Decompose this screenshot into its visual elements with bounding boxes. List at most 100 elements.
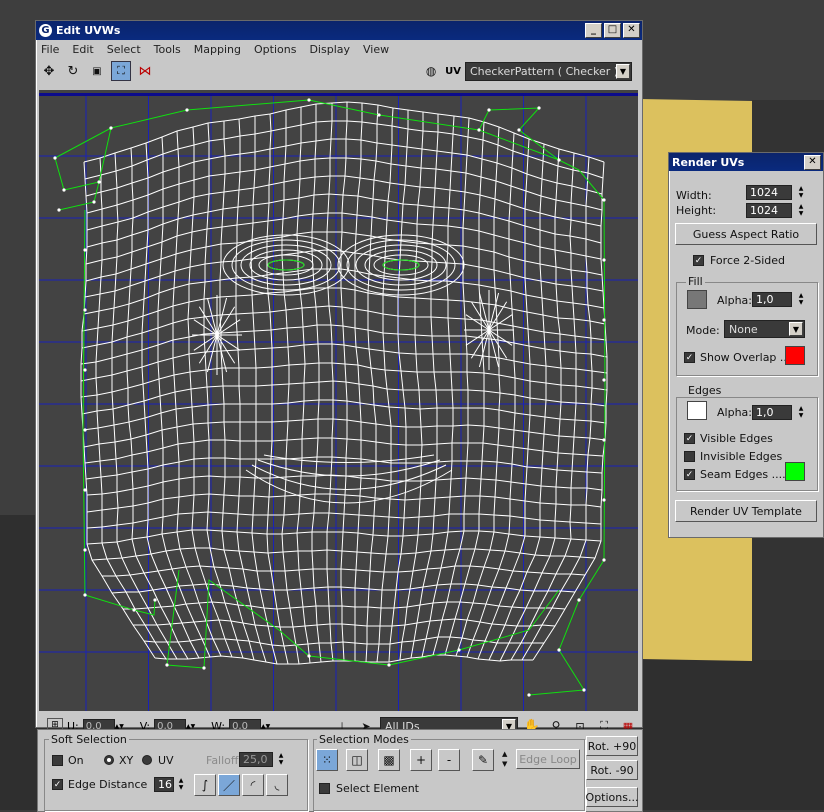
- edge-color-swatch[interactable]: [687, 401, 707, 420]
- uv-vertex[interactable]: [307, 98, 311, 102]
- uv-vertex[interactable]: [153, 598, 157, 602]
- rot-plus-90-button[interactable]: Rot. +90: [586, 736, 638, 756]
- menu-display[interactable]: Display: [309, 43, 350, 56]
- paint-brush-icon[interactable]: ✎: [472, 749, 494, 771]
- force-2sided-checkbox[interactable]: ✓: [693, 255, 704, 266]
- falloff-slow-icon[interactable]: ◜: [242, 774, 264, 796]
- spinner-arrows-icon[interactable]: ▲▼: [176, 777, 186, 791]
- uv-vertex[interactable]: [537, 106, 541, 110]
- uv-vertex[interactable]: [602, 198, 606, 202]
- spinner-arrows-icon[interactable]: ▲▼: [796, 185, 806, 199]
- edge-mode-icon[interactable]: ◫: [346, 749, 368, 771]
- height-field[interactable]: 1024: [746, 203, 792, 218]
- uv-vertex[interactable]: [83, 368, 87, 372]
- menu-edit[interactable]: Edit: [72, 43, 93, 56]
- maximize-icon[interactable]: □: [604, 23, 621, 38]
- uv-vertex[interactable]: [602, 558, 606, 562]
- scale-icon[interactable]: ▣: [87, 61, 107, 81]
- uv-vertex[interactable]: [132, 608, 136, 612]
- close-icon[interactable]: ✕: [804, 154, 821, 170]
- menu-view[interactable]: View: [363, 43, 389, 56]
- uv-vertex[interactable]: [53, 156, 57, 160]
- rotate-icon[interactable]: ↻: [63, 61, 83, 81]
- uv-mesh-canvas[interactable]: [39, 90, 638, 711]
- uv-vertex[interactable]: [83, 428, 87, 432]
- fill-alpha-field[interactable]: 1,0: [752, 292, 792, 307]
- render-uvs-titlebar[interactable]: Render UVs ✕: [669, 153, 823, 171]
- move-icon[interactable]: ✥: [39, 61, 59, 81]
- uv-vertex[interactable]: [83, 548, 87, 552]
- uv-vertex[interactable]: [83, 488, 87, 492]
- falloff-linear-icon[interactable]: ／: [218, 774, 240, 796]
- checker-map-icon[interactable]: ◍: [421, 61, 441, 81]
- uv-vertex[interactable]: [377, 113, 381, 117]
- grow-selection-button[interactable]: +: [410, 749, 432, 771]
- uv-vertex[interactable]: [83, 593, 87, 597]
- menu-options[interactable]: Options: [254, 43, 296, 56]
- uv-vertex[interactable]: [517, 128, 521, 132]
- uv-vertex[interactable]: [602, 498, 606, 502]
- edge-distance-checkbox[interactable]: ✓: [52, 779, 63, 790]
- menu-mapping[interactable]: Mapping: [194, 43, 241, 56]
- uv-vertex[interactable]: [577, 598, 581, 602]
- uv-vertex[interactable]: [92, 200, 96, 204]
- spinner-arrows-icon[interactable]: ▲▼: [796, 203, 806, 217]
- freeform-icon[interactable]: ⛶: [111, 61, 131, 81]
- menu-select[interactable]: Select: [107, 43, 141, 56]
- falloff-smooth-icon[interactable]: ∫: [194, 774, 216, 796]
- xy-radio[interactable]: [104, 755, 114, 765]
- visible-edges-checkbox[interactable]: ✓: [684, 433, 695, 444]
- close-icon[interactable]: ✕: [623, 23, 640, 38]
- menu-file[interactable]: File: [41, 43, 59, 56]
- falloff-fast-icon[interactable]: ◟: [266, 774, 288, 796]
- uv-vertex[interactable]: [62, 188, 66, 192]
- face-mode-icon[interactable]: ▩: [378, 749, 400, 771]
- render-uv-template-button[interactable]: Render UV Template: [675, 500, 817, 522]
- seam-edges-checkbox[interactable]: ✓: [684, 469, 695, 480]
- fill-color-swatch[interactable]: [687, 290, 707, 309]
- menu-tools[interactable]: Tools: [154, 43, 181, 56]
- overlap-color-swatch[interactable]: [785, 346, 805, 365]
- rot-minus-90-button[interactable]: Rot. -90: [586, 760, 638, 780]
- edit-uvws-titlebar[interactable]: G Edit UVWs _ □ ✕: [36, 21, 642, 40]
- edge-distance-field[interactable]: 16: [154, 777, 174, 792]
- uv-vertex[interactable]: [83, 248, 87, 252]
- uv-vertex[interactable]: [602, 318, 606, 322]
- mode-dropdown[interactable]: None ▼: [724, 320, 805, 338]
- falloff-field[interactable]: 25,0: [239, 752, 273, 767]
- ring-arrows-icon[interactable]: ▲ ▼: [502, 749, 507, 769]
- uv-vertex[interactable]: [185, 108, 189, 112]
- edge-loop-button[interactable]: Edge Loop: [516, 749, 580, 769]
- mirror-icon[interactable]: ⋈: [135, 61, 155, 81]
- edges-alpha-field[interactable]: 1,0: [752, 405, 792, 420]
- uv-vertex[interactable]: [202, 666, 206, 670]
- uv-vertex[interactable]: [387, 663, 391, 667]
- uv-vertex[interactable]: [557, 648, 561, 652]
- uv-vertex[interactable]: [477, 128, 481, 132]
- uv-vertex[interactable]: [109, 126, 113, 130]
- uv-vertex[interactable]: [602, 378, 606, 382]
- spinner-arrows-icon[interactable]: ▲▼: [796, 292, 806, 306]
- uv-vertex[interactable]: [83, 308, 87, 312]
- soft-on-checkbox[interactable]: [52, 755, 63, 766]
- uv-vertex[interactable]: [602, 438, 606, 442]
- uv-vertex[interactable]: [165, 663, 169, 667]
- uv-vertex[interactable]: [527, 693, 531, 697]
- uv-radio[interactable]: [142, 755, 152, 765]
- show-overlap-checkbox[interactable]: ✓: [684, 352, 695, 363]
- uv-vertex[interactable]: [57, 208, 61, 212]
- guess-aspect-button[interactable]: Guess Aspect Ratio: [675, 223, 817, 245]
- uv-vertex[interactable]: [602, 258, 606, 262]
- seam-color-swatch[interactable]: [785, 462, 805, 481]
- spinner-arrows-icon[interactable]: ▲▼: [276, 752, 286, 766]
- spinner-arrows-icon[interactable]: ▲▼: [796, 405, 806, 419]
- shrink-selection-button[interactable]: -: [438, 749, 460, 771]
- width-field[interactable]: 1024: [746, 185, 792, 200]
- uv-vertex[interactable]: [582, 688, 586, 692]
- minimize-icon[interactable]: _: [585, 23, 602, 38]
- options-button[interactable]: Options...: [586, 787, 638, 807]
- uv-vertex[interactable]: [97, 180, 101, 184]
- uv-vertex[interactable]: [307, 654, 311, 658]
- invisible-edges-checkbox[interactable]: [684, 451, 695, 462]
- uv-vertex[interactable]: [457, 648, 461, 652]
